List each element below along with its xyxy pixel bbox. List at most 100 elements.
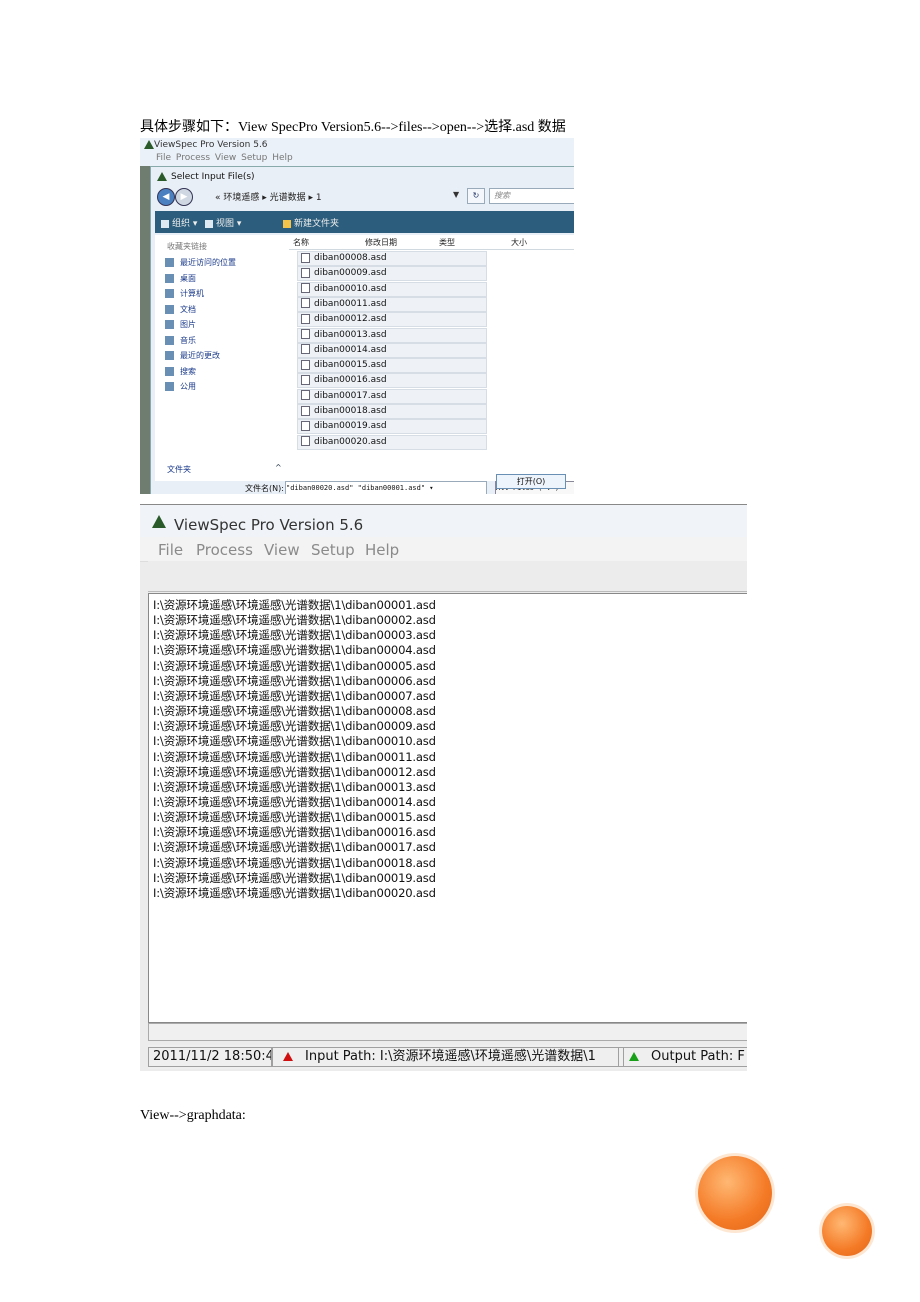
filename-input[interactable]: "diban00020.asd" "diban00001.asd" ▾ <box>285 481 487 494</box>
window-title: ViewSpec Pro Version 5.6 <box>174 516 364 534</box>
file-row[interactable]: diban00015.asd <box>297 358 487 374</box>
column-size[interactable]: 大小 <box>511 237 527 248</box>
input-file-list[interactable]: I:\资源环境遥感\环境遥感\光谱数据\1\diban00001.asd I:\资… <box>148 593 747 1023</box>
list-item[interactable]: I:\资源环境遥感\环境遥感\光谱数据\1\diban00019.asd <box>153 871 436 886</box>
nav-item-label: 计算机 <box>180 289 204 298</box>
search-input[interactable]: 搜索 <box>489 188 574 204</box>
nav-item[interactable]: 音乐 <box>165 335 196 346</box>
menu-process[interactable]: Process <box>196 541 253 559</box>
forward-arrow-icon[interactable]: ▶ <box>175 188 193 206</box>
menu-file[interactable]: File <box>158 541 183 559</box>
dialog-toolbar: 组织 ▾ 视图 ▾ 新建文件夹 <box>155 211 574 233</box>
file-row[interactable]: diban00014.asd <box>297 342 487 358</box>
folder-icon <box>283 219 291 228</box>
list-item[interactable]: I:\资源环境遥感\环境遥感\光谱数据\1\diban00012.asd <box>153 765 436 780</box>
menu-view[interactable]: View <box>264 541 300 559</box>
views-label: 视图 ▾ <box>216 219 242 229</box>
organize-icon <box>161 219 169 228</box>
organize-button[interactable]: 组织 ▾ <box>161 216 197 229</box>
nav-item-label: 搜索 <box>180 366 196 376</box>
nav-item[interactable]: 搜索 <box>165 366 196 377</box>
list-item[interactable]: I:\资源环境遥感\环境遥感\光谱数据\1\diban00017.asd <box>153 840 436 855</box>
nav-item[interactable]: 最近的更改 <box>165 350 220 361</box>
list-item[interactable]: I:\资源环境遥感\环境遥感\光谱数据\1\diban00011.asd <box>153 750 436 765</box>
nav-item-label: 文档 <box>180 304 196 314</box>
input-path-marker-icon <box>283 1052 293 1061</box>
app-menubar[interactable]: File Process View Setup Help <box>156 153 293 163</box>
nav-item[interactable]: 图片 <box>165 319 196 330</box>
list-item[interactable]: I:\资源环境遥感\环境遥感\光谱数据\1\diban00016.asd <box>153 825 436 840</box>
nav-item[interactable]: 文档 <box>165 304 196 315</box>
list-item[interactable]: I:\资源环境遥感\环境遥感\光谱数据\1\diban00013.asd <box>153 780 436 795</box>
back-arrow-icon[interactable]: ◀ <box>157 188 175 206</box>
nav-icon <box>165 273 174 283</box>
status-datetime: 2011/11/2 18:50:41 <box>148 1047 272 1067</box>
new-folder-button[interactable]: 新建文件夹 <box>283 216 339 229</box>
input-path-text: Input Path: I:\资源环境遥感\环境遥感\光谱数据\1 <box>305 1049 596 1064</box>
menu-help[interactable]: Help <box>365 541 399 559</box>
file-name: diban00018.asd <box>314 406 387 416</box>
nav-icon <box>165 258 174 267</box>
column-type[interactable]: 类型 <box>439 237 455 248</box>
nav-item[interactable]: 计算机 <box>165 288 204 299</box>
refresh-icon[interactable]: ↻ <box>467 188 485 204</box>
list-item[interactable]: I:\资源环境遥感\环境遥感\光谱数据\1\diban00010.asd <box>153 734 436 749</box>
list-item[interactable]: I:\资源环境遥感\环境遥感\光谱数据\1\diban00020.asd <box>153 886 436 901</box>
file-row[interactable]: diban00009.asd <box>297 266 487 282</box>
file-row[interactable]: diban00013.asd <box>297 327 487 343</box>
nav-item[interactable]: 桌面 <box>165 273 196 284</box>
list-item[interactable]: I:\资源环境遥感\环境遥感\光谱数据\1\diban00006.asd <box>153 674 436 689</box>
list-item[interactable]: I:\资源环境遥感\环境遥感\光谱数据\1\diban00008.asd <box>153 704 436 719</box>
nav-item[interactable]: 最近访问的位置 <box>165 257 236 268</box>
list-item[interactable]: I:\资源环境遥感\环境遥感\光谱数据\1\diban00001.asd <box>153 598 436 613</box>
chevron-up-icon[interactable]: ^ <box>275 463 282 472</box>
list-item[interactable]: I:\资源环境遥感\环境遥感\光谱数据\1\diban00009.asd <box>153 719 436 734</box>
list-item[interactable]: I:\资源环境遥感\环境遥感\光谱数据\1\diban00014.asd <box>153 795 436 810</box>
column-modified-date[interactable]: 修改日期 <box>365 237 397 248</box>
file-row[interactable]: diban00019.asd <box>297 419 487 435</box>
nav-item[interactable]: 公用 <box>165 381 196 392</box>
file-row[interactable]: diban00017.asd <box>297 388 487 404</box>
file-row[interactable]: diban00016.asd <box>297 373 487 389</box>
file-name: diban00015.asd <box>314 360 387 371</box>
file-name: diban00008.asd <box>314 253 387 263</box>
file-row[interactable]: diban00018.asd <box>297 404 487 419</box>
viewspec-logo-icon <box>144 140 154 149</box>
horizontal-scrollbar[interactable] <box>148 1023 747 1041</box>
asd-file-icon <box>301 405 310 416</box>
list-item[interactable]: I:\资源环境遥感\环境遥感\光谱数据\1\diban00005.asd <box>153 659 436 674</box>
output-path-text: Output Path: F <box>651 1049 745 1064</box>
views-icon <box>205 219 213 228</box>
file-row[interactable]: diban00020.asd <box>297 434 487 450</box>
open-button[interactable]: 打开(O) <box>496 474 566 489</box>
list-item[interactable]: I:\资源环境遥感\环境遥感\光谱数据\1\diban00018.asd <box>153 856 436 871</box>
list-item[interactable]: I:\资源环境遥感\环境遥感\光谱数据\1\diban00003.asd <box>153 628 436 643</box>
views-button[interactable]: 视图 ▾ <box>205 216 241 229</box>
nav-icon <box>165 351 174 360</box>
folders-toggle[interactable]: 文件夹 <box>167 464 191 475</box>
file-name: diban00017.asd <box>314 390 387 401</box>
asd-file-icon <box>301 344 310 355</box>
list-item[interactable]: I:\资源环境遥感\环境遥感\光谱数据\1\diban00004.asd <box>153 643 436 658</box>
column-name[interactable]: 名称 <box>293 237 309 248</box>
menu-setup[interactable]: Setup <box>311 541 355 559</box>
file-row[interactable]: diban00008.asd <box>297 251 487 266</box>
file-name: diban00020.asd <box>314 436 387 447</box>
asd-file-icon <box>301 329 310 339</box>
chevron-down-icon[interactable]: ▼ <box>453 190 459 199</box>
asd-file-icon <box>301 267 310 278</box>
address-path[interactable]: « 环境遥感 ▸ 光谱数据 ▸ 1 <box>215 190 322 203</box>
nav-item-label: 最近的更改 <box>180 351 220 360</box>
asd-file-icon <box>301 313 310 324</box>
file-name: diban00014.asd <box>314 344 387 355</box>
list-item[interactable]: I:\资源环境遥感\环境遥感\光谱数据\1\diban00015.asd <box>153 810 436 825</box>
viewspec-logo-icon <box>152 515 166 528</box>
file-row[interactable]: diban00010.asd <box>297 281 487 297</box>
list-item[interactable]: I:\资源环境遥感\环境遥感\光谱数据\1\diban00002.asd <box>153 613 436 628</box>
file-row[interactable]: diban00011.asd <box>297 296 487 312</box>
intro-paragraph: 具体步骤如下：View SpecPro Version5.6-->files--… <box>140 120 566 135</box>
nav-icon <box>165 289 174 298</box>
file-row[interactable]: diban00012.asd <box>297 312 487 328</box>
list-item[interactable]: I:\资源环境遥感\环境遥感\光谱数据\1\diban00007.asd <box>153 689 436 704</box>
window-titlebar: ViewSpec Pro Version 5.6 <box>140 505 747 537</box>
